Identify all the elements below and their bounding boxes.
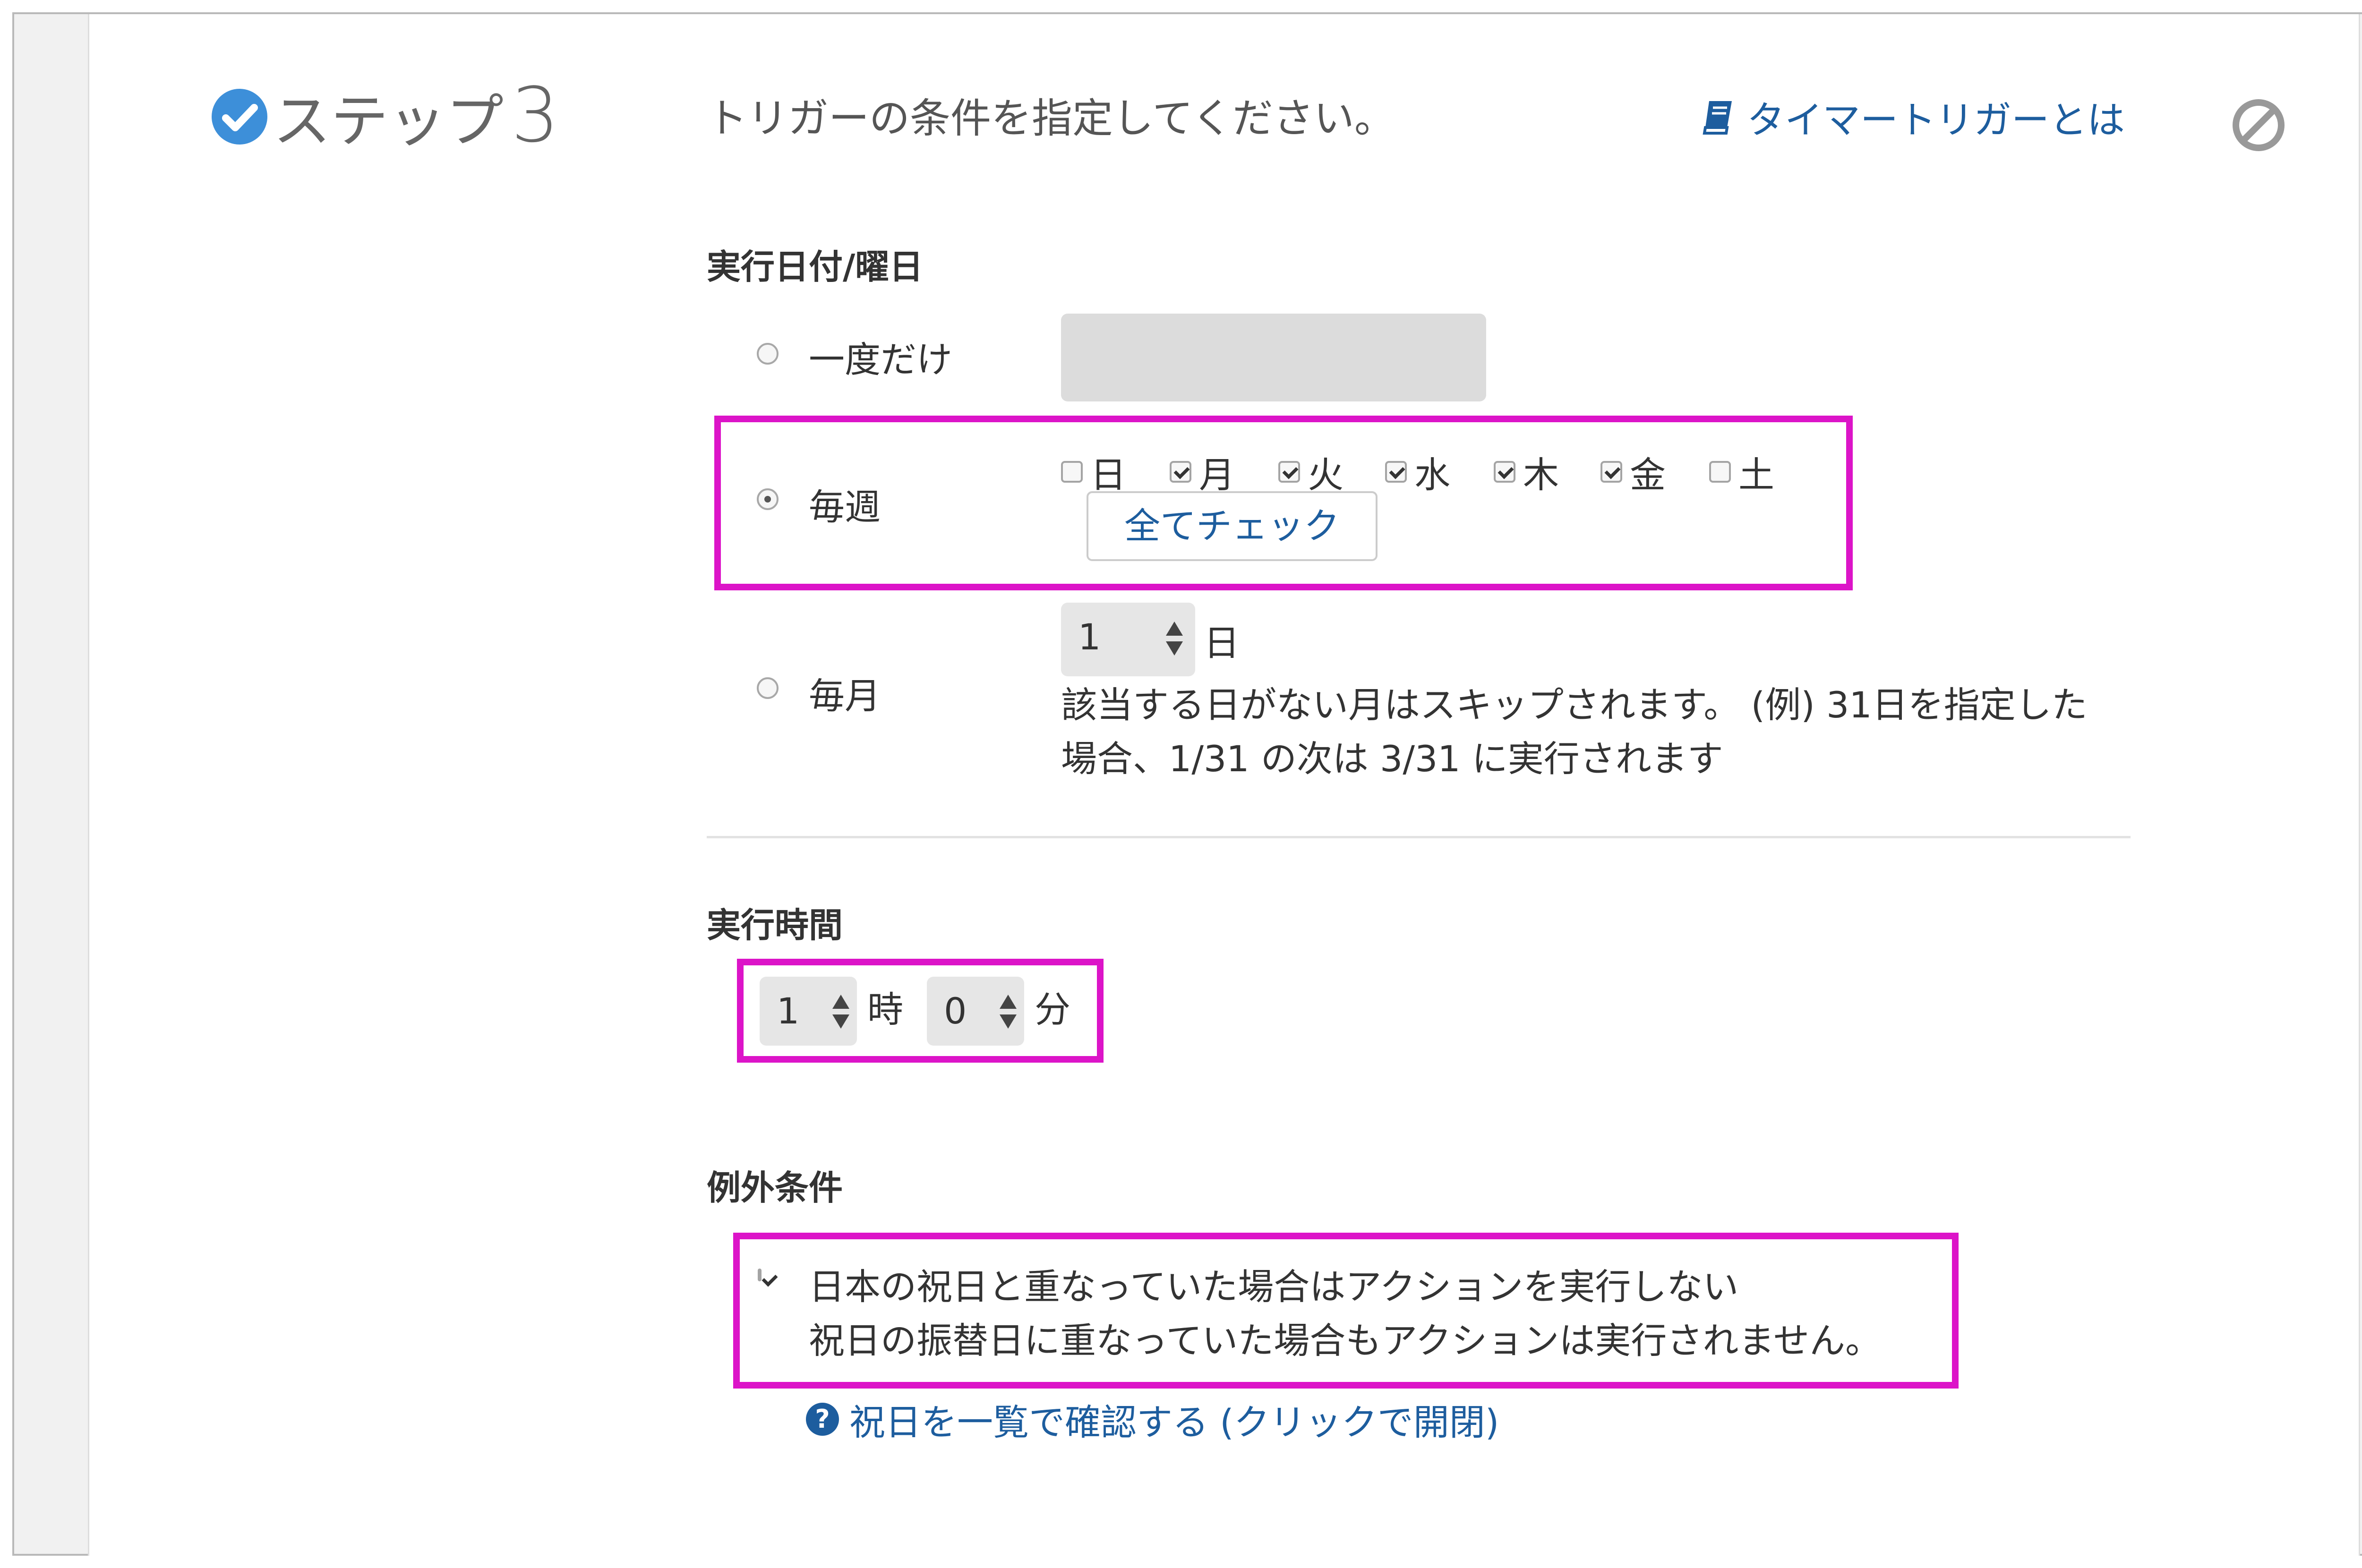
day-checkbox-wed[interactable]: 水 xyxy=(1385,446,1450,498)
checkbox[interactable] xyxy=(1385,461,1407,483)
monthly-day-select[interactable]: 1 xyxy=(1061,603,1195,676)
radio-weekly-label: 毎週 xyxy=(809,486,881,528)
radio-monthly-label: 毎月 xyxy=(809,675,881,717)
step-title: ステップ 3 xyxy=(273,71,559,159)
holiday-link-label: 祝日を一覧で確認する (クリックで開閉) xyxy=(849,1401,1499,1443)
section-divider xyxy=(707,836,2131,838)
day-label: 火 xyxy=(1308,454,1344,496)
hour-select[interactable]: 1 xyxy=(760,977,857,1046)
question-circle-icon: ? xyxy=(806,1403,839,1436)
minute-value: 0 xyxy=(944,990,967,1032)
radio-once[interactable] xyxy=(757,343,779,365)
exception-section-title: 例外条件 xyxy=(707,1168,843,1208)
skip-holiday-label: 日本の祝日と重なっていた場合はアクションを実行しない xyxy=(809,1266,1739,1308)
book-icon xyxy=(1703,101,1732,135)
step-label: ステップ xyxy=(273,88,504,155)
holiday-list-toggle-link[interactable]: ? 祝日を一覧で確認する (クリックで開閉) xyxy=(806,1393,1499,1445)
checkbox[interactable] xyxy=(1600,461,1622,483)
checkbox[interactable] xyxy=(1278,461,1300,483)
checkbox[interactable] xyxy=(1709,461,1731,483)
skip-holiday-checkbox[interactable] xyxy=(758,1269,762,1281)
monthly-note-line1: 該当する日がない月はスキップされます。 (例) 31日を指定した xyxy=(1061,684,2088,726)
timer-trigger-help-link[interactable]: タイマートリガーとは xyxy=(1701,90,2125,145)
instruction-text: トリガーの条件を指定してください。 xyxy=(707,95,1395,142)
day-checkbox-sun[interactable]: 日 xyxy=(1061,446,1126,498)
day-checkbox-sat[interactable]: 土 xyxy=(1709,446,1774,498)
day-label: 土 xyxy=(1738,454,1774,496)
schedule-section-title: 実行日付/曜日 xyxy=(707,247,924,287)
day-label: 水 xyxy=(1414,454,1450,496)
minute-select[interactable]: 0 xyxy=(927,977,1024,1046)
updown-arrows-icon xyxy=(832,995,849,1029)
checkbox[interactable] xyxy=(1170,461,1191,483)
help-link-label: タイマートリガーとは xyxy=(1747,98,2125,142)
hour-value: 1 xyxy=(777,990,800,1032)
radio-once-label: 一度だけ xyxy=(809,339,952,381)
day-label: 金 xyxy=(1630,454,1666,496)
checkbox[interactable] xyxy=(1494,461,1515,483)
once-date-input[interactable] xyxy=(1061,314,1486,401)
check-circle-icon xyxy=(212,89,267,145)
day-label: 木 xyxy=(1523,454,1559,496)
substitute-holiday-note: 祝日の振替日に重なっていた場合もアクションは実行されません。 xyxy=(809,1320,1882,1362)
radio-monthly[interactable] xyxy=(757,677,779,699)
disable-icon[interactable] xyxy=(2231,97,2286,153)
day-checkbox-tue[interactable]: 火 xyxy=(1278,446,1344,498)
check-all-button[interactable]: 全てチェック xyxy=(1087,491,1378,561)
monthly-note: 該当する日がない月はスキップされます。 (例) 31日を指定した 場合、1/31… xyxy=(1061,678,2148,786)
updown-arrows-icon xyxy=(1000,995,1017,1029)
day-label: 日 xyxy=(1090,454,1126,496)
updown-arrows-icon xyxy=(1166,622,1183,656)
day-label: 月 xyxy=(1199,454,1235,496)
monthly-note-line2: 場合、1/31 の次は 3/31 に実行されます xyxy=(1061,738,1723,780)
day-checkbox-thu[interactable]: 木 xyxy=(1494,446,1559,498)
day-checkbox-fri[interactable]: 金 xyxy=(1600,446,1666,498)
radio-weekly[interactable] xyxy=(757,488,779,510)
monthly-day-unit: 日 xyxy=(1204,622,1240,664)
step-number: 3 xyxy=(511,71,559,159)
time-section-title: 実行時間 xyxy=(707,905,843,945)
monthly-day-value: 1 xyxy=(1078,616,1101,658)
hour-unit: 時 xyxy=(867,989,903,1031)
day-checkbox-mon[interactable]: 月 xyxy=(1170,446,1235,498)
checkbox[interactable] xyxy=(1061,461,1083,483)
minute-unit: 分 xyxy=(1035,989,1070,1031)
